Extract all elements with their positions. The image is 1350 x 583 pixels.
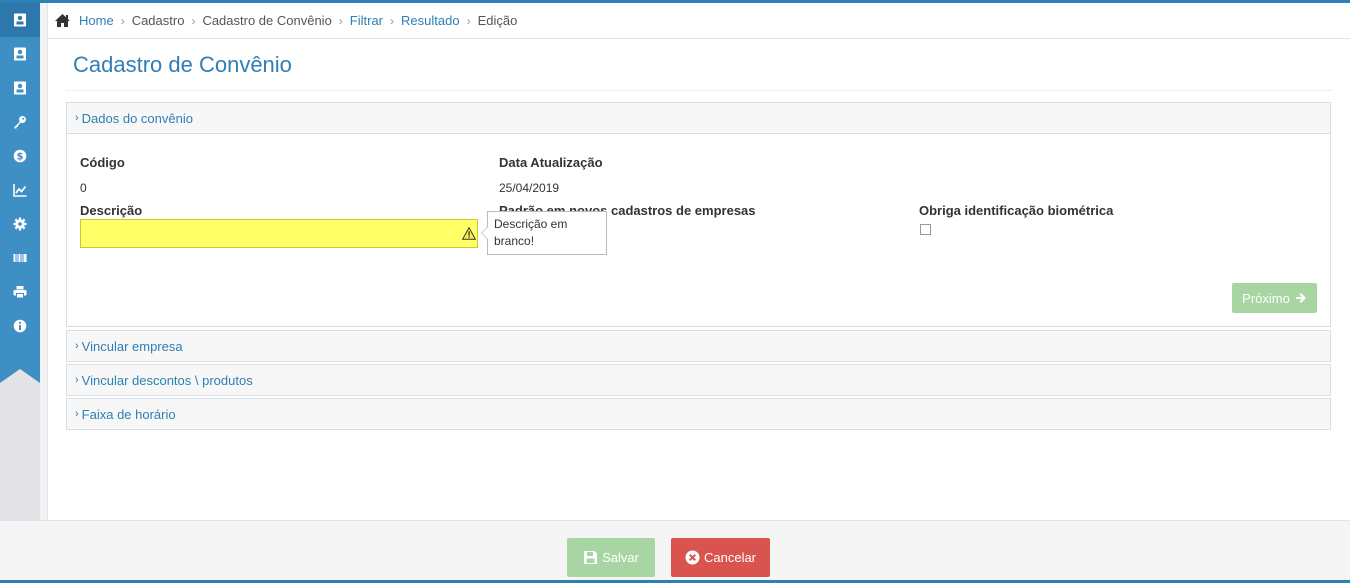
chevron-right-icon: › [75,340,79,352]
sidebar-item-9[interactable] [0,275,40,309]
chevron-right-icon: › [466,13,471,28]
sidebar-item-8[interactable] [0,241,40,275]
sidebar-item-4[interactable] [0,105,40,139]
sidebar-collapse-toggle[interactable] [0,369,40,383]
breadcrumb-cadastro: Cadastro [131,13,185,28]
panel-faixa-horario: › Faixa de horário [66,398,1331,430]
title-divider [66,90,1331,91]
svg-text:$: $ [17,152,24,163]
contact-card-icon [14,81,26,95]
breadcrumb-edicao: Edição [477,13,518,28]
next-button-label: Próximo [1242,290,1290,306]
sidebar-gutter [40,3,48,520]
home-icon[interactable] [54,13,71,28]
biometria-checkbox[interactable] [920,224,931,235]
close-circle-icon [685,550,700,565]
breadcrumb-cadastro-convenio: Cadastro de Convênio [202,13,332,28]
panel-title: Vincular empresa [81,338,183,354]
contact-card-icon [14,47,26,61]
data-atualizacao-label: Data Atualização [499,155,603,170]
next-button[interactable]: Próximo [1232,283,1317,313]
chevron-right-icon: › [191,13,196,28]
panel-vincular-empresa: › Vincular empresa [66,330,1331,362]
sidebar-menu: $ [0,3,40,369]
warning-icon [462,227,476,240]
key-icon [14,116,26,129]
panel-title: Vincular descontos \ produtos [81,372,253,388]
breadcrumb: Home › Cadastro › Cadastro de Convênio ›… [48,3,1350,39]
descricao-input[interactable] [80,219,478,248]
panel-header-vincular-descontos[interactable]: › Vincular descontos \ produtos [67,365,1330,395]
chevron-right-icon: › [338,13,343,28]
breadcrumb-home[interactable]: Home [79,13,114,28]
gear-icon [13,217,27,231]
barcode-icon [13,254,27,262]
info-icon [13,319,27,333]
breadcrumb-resultado[interactable]: Resultado [401,13,460,28]
panel-header-dados-convenio[interactable]: › Dados do convênio [67,103,1330,134]
sidebar-item-5[interactable]: $ [0,139,40,173]
cancel-button[interactable]: Cancelar [671,538,770,577]
floppy-disk-icon [584,551,598,564]
panel-vincular-descontos: › Vincular descontos \ produtos [66,364,1331,396]
sidebar: $ [0,3,40,520]
dollar-coin-icon: $ [13,149,27,163]
panel-header-faixa-horario[interactable]: › Faixa de horário [67,399,1330,429]
panel-header-vincular-empresa[interactable]: › Vincular empresa [67,331,1330,361]
save-button-label: Salvar [602,550,639,565]
contact-card-icon [14,13,26,27]
sidebar-item-10[interactable] [0,309,40,343]
breadcrumb-filtrar[interactable]: Filtrar [350,13,383,28]
chevron-right-icon: › [120,13,125,28]
chevron-right-icon: › [75,112,79,124]
line-chart-icon [13,184,27,197]
chevron-right-icon: › [390,13,395,28]
data-atualizacao-value: 25/04/2019 [499,181,560,195]
sidebar-item-7[interactable] [0,207,40,241]
panel-title: Dados do convênio [81,110,193,126]
cancel-button-label: Cancelar [703,550,757,565]
biometria-label: Obriga identificação biométrica [919,203,1114,218]
codigo-label: Código [80,155,125,170]
save-button[interactable]: Salvar [567,538,655,577]
sidebar-item-6[interactable] [0,173,40,207]
descricao-label: Descrição [80,203,143,218]
codigo-value: 0 [80,181,87,195]
page-title: Cadastro de Convênio [73,52,292,77]
arrow-right-icon [1295,293,1306,303]
printer-icon [13,286,27,299]
panel-title: Faixa de horário [81,406,176,422]
sidebar-item-2[interactable] [0,37,40,71]
validation-tooltip: Descrição em branco! [481,211,607,255]
sidebar-item-cadastro[interactable] [0,3,40,37]
sidebar-item-3[interactable] [0,71,40,105]
chevron-right-icon: › [75,374,79,386]
chevron-right-icon: › [75,408,79,420]
